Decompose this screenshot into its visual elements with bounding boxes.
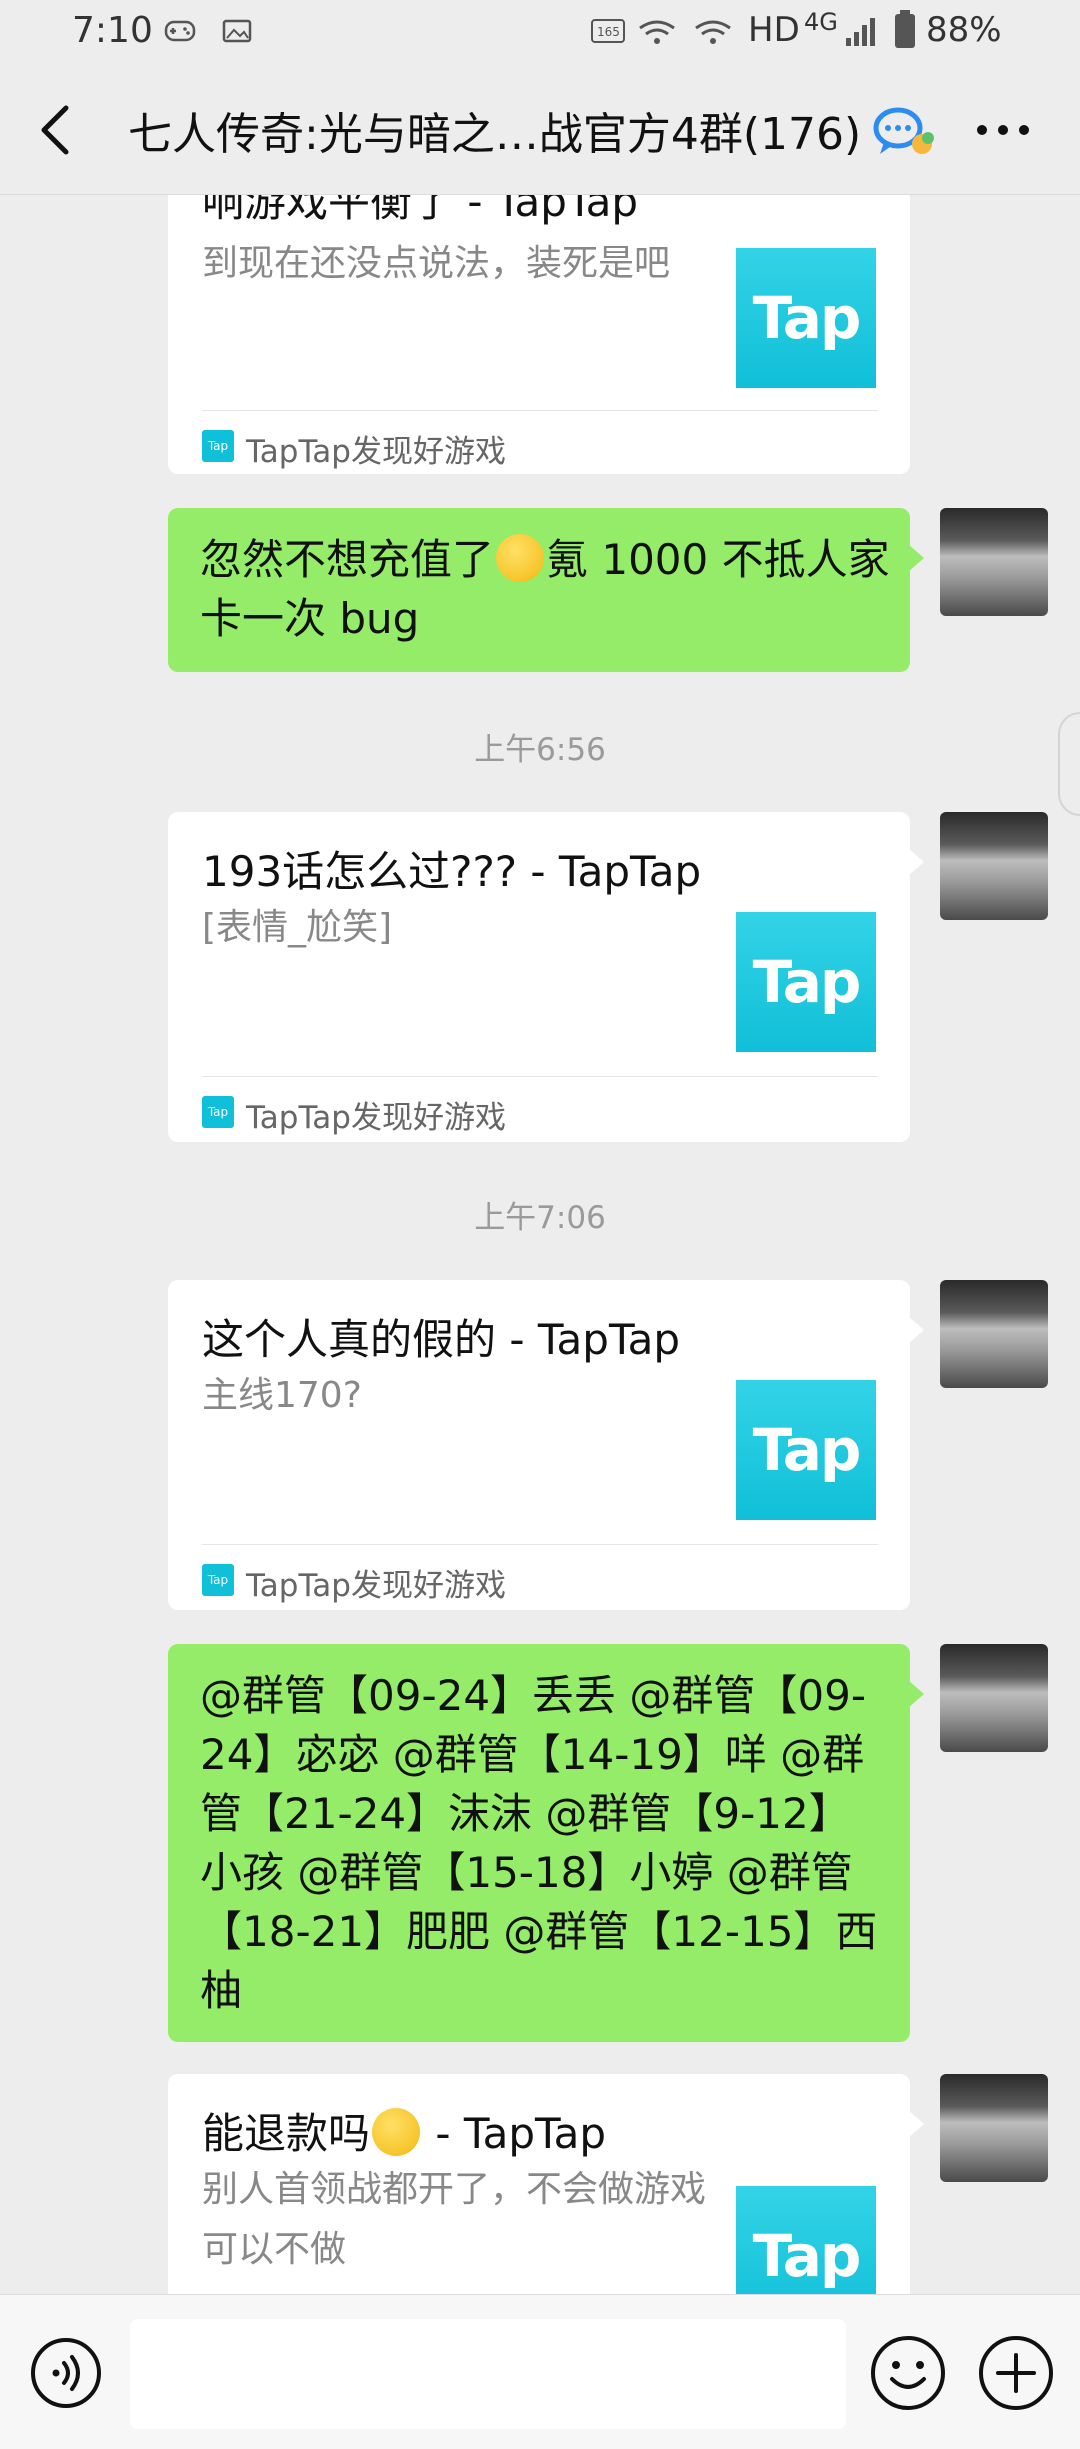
message-input-bar bbox=[0, 2294, 1080, 2449]
network-type-label: 4G bbox=[804, 8, 838, 36]
link-card-taptap-2[interactable]: 193话怎么过??? - TapTap [表情_尬笑] Tap Tap TapT… bbox=[168, 812, 924, 1142]
game-controller-icon bbox=[164, 20, 196, 42]
message-bubble-self[interactable]: @群管【09-24】丢丢 @群管【09-24】宓宓 @群管【14-19】咩 @群… bbox=[168, 1644, 924, 2042]
taptap-logo: Tap bbox=[736, 248, 876, 388]
link-card-desc: [表情_尬笑] bbox=[202, 907, 393, 948]
more-functions-plus-icon[interactable] bbox=[976, 2333, 1056, 2413]
group-chat-icon[interactable] bbox=[870, 102, 936, 158]
link-card-desc: 到现在还没点说法，装死是吧 bbox=[202, 243, 671, 284]
link-card-desc: 别人首领战都开了，不会做游戏可以不做 bbox=[202, 2169, 707, 2270]
message-input[interactable] bbox=[130, 2319, 846, 2429]
message-timestamp: 上午6:56 bbox=[474, 732, 606, 768]
message-timestamp: 上午7:06 bbox=[474, 1200, 606, 1236]
battery-percentage: 88% bbox=[926, 10, 1002, 50]
link-card-title-part2: - TapTap bbox=[422, 2109, 607, 2158]
taptap-logo: Tap bbox=[736, 2186, 876, 2294]
svg-text:165: 165 bbox=[597, 25, 620, 39]
message-text: 忽然不想充值了氪 1000 不抵人家卡一次 bug bbox=[200, 530, 890, 648]
refresh-rate-icon: 165 bbox=[591, 19, 625, 43]
taptap-small-icon: Tap bbox=[202, 1564, 234, 1596]
network-hd-label: HD bbox=[748, 10, 800, 50]
card-divider bbox=[202, 1544, 878, 1545]
link-card-taptap-3[interactable]: 这个人真的假的 - TapTap 主线170? Tap Tap TapTap发现… bbox=[168, 1280, 924, 1610]
card-source-label: TapTap发现好游戏 bbox=[246, 434, 506, 470]
card-tail bbox=[908, 848, 924, 876]
card-tail bbox=[908, 1316, 924, 1344]
side-drag-handle[interactable] bbox=[1058, 712, 1080, 816]
image-icon bbox=[222, 19, 252, 43]
more-options-icon[interactable] bbox=[968, 100, 1038, 160]
taptap-small-icon: Tap bbox=[202, 430, 234, 462]
voice-input-icon[interactable] bbox=[28, 2335, 104, 2411]
link-card-title: 响游戏平衡了 - TapTap bbox=[202, 194, 639, 226]
taptap-logo: Tap bbox=[736, 1380, 876, 1520]
link-card-title-part1: 能退款吗 bbox=[202, 2109, 371, 2158]
link-card-title: 193话怎么过??? - TapTap bbox=[202, 847, 702, 896]
signal-strength-icon bbox=[846, 18, 875, 46]
card-source-label: TapTap发现好游戏 bbox=[246, 1568, 506, 1604]
avatar[interactable] bbox=[940, 508, 1048, 616]
status-bar: 7:10 165 HD 4G 88% bbox=[0, 0, 1080, 64]
status-time: 7:10 bbox=[72, 10, 153, 51]
message-text: @群管【09-24】丢丢 @群管【09-24】宓宓 @群管【14-19】咩 @群… bbox=[200, 1671, 878, 2015]
avatar[interactable] bbox=[940, 1280, 1048, 1388]
battery-icon bbox=[895, 10, 915, 48]
avatar[interactable] bbox=[940, 2074, 1048, 2182]
link-card-desc: 主线170? bbox=[202, 1375, 362, 1416]
card-divider bbox=[202, 410, 878, 411]
link-card-title: 这个人真的假的 - TapTap bbox=[202, 1315, 681, 1364]
chat-title: 七人传奇:光与暗之…战官方4群(176) bbox=[128, 109, 862, 160]
card-source-label: TapTap发现好游戏 bbox=[246, 1100, 506, 1136]
message-text-part1: 忽然不想充值了 bbox=[200, 535, 495, 584]
card-divider bbox=[202, 1076, 878, 1077]
chat-message-list[interactable]: 响游戏平衡了 - TapTap 到现在还没点说法，装死是吧 Tap Tap Ta… bbox=[0, 194, 1080, 2294]
link-card-taptap-1[interactable]: 响游戏平衡了 - TapTap 到现在还没点说法，装死是吧 Tap Tap Ta… bbox=[168, 194, 910, 474]
thinking-face-emoji-icon bbox=[496, 534, 545, 582]
card-tail bbox=[908, 2110, 924, 2138]
chat-header: 七人传奇:光与暗之…战官方4群(176) bbox=[0, 64, 1080, 195]
bubble-tail bbox=[908, 544, 924, 572]
avatar[interactable] bbox=[940, 812, 1048, 920]
taptap-small-icon: Tap bbox=[202, 1096, 234, 1128]
link-card-taptap-4[interactable]: 能退款吗 - TapTap 别人首领战都开了，不会做游戏可以不做 Tap bbox=[168, 2074, 924, 2294]
wifi-calling-icon bbox=[639, 20, 675, 44]
back-arrow-icon[interactable] bbox=[30, 100, 80, 160]
wifi-icon bbox=[695, 20, 731, 44]
taptap-logo: Tap bbox=[736, 912, 876, 1052]
bubble-tail bbox=[908, 1680, 924, 1708]
grinning-sweat-emoji-icon bbox=[372, 2108, 421, 2156]
emoji-picker-icon[interactable] bbox=[868, 2333, 948, 2413]
message-bubble-self[interactable]: 忽然不想充值了氪 1000 不抵人家卡一次 bug bbox=[168, 508, 924, 672]
link-card-title: 能退款吗 - TapTap bbox=[202, 2100, 892, 2161]
avatar[interactable] bbox=[940, 1644, 1048, 1752]
